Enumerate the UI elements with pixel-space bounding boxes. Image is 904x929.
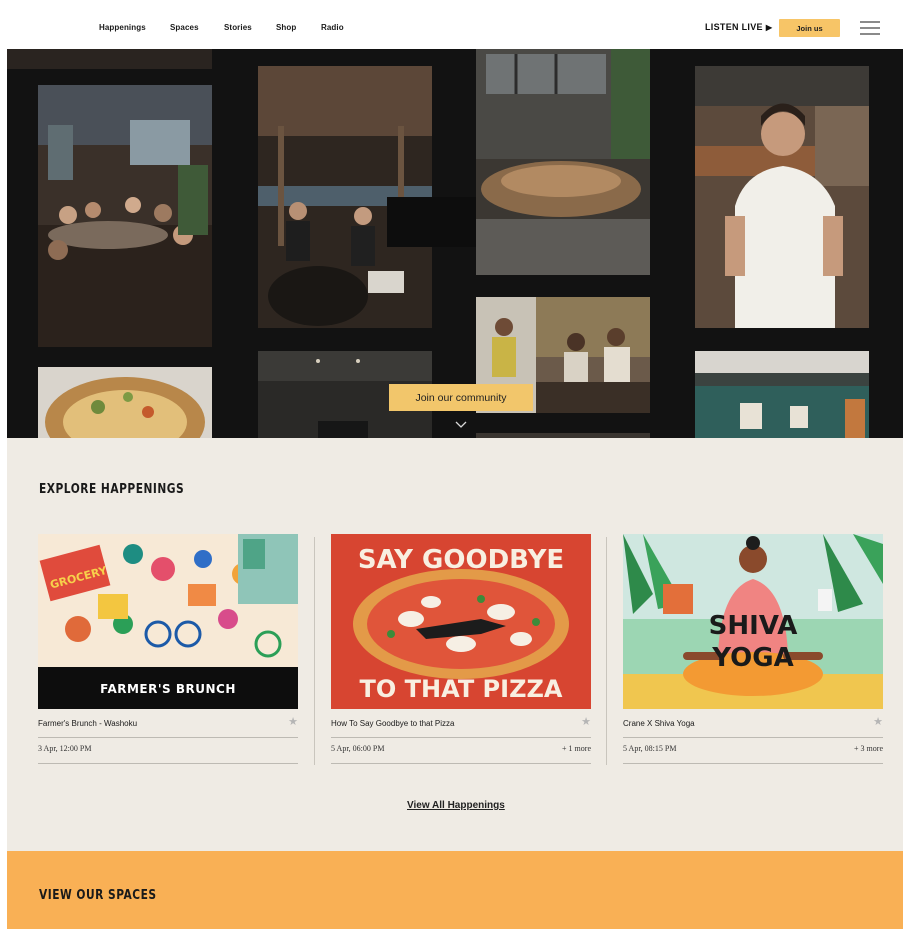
pizza-banner-top-text: SAY GOODBYE — [358, 545, 564, 575]
favorite-star-icon[interactable]: ★ — [288, 715, 298, 728]
card-divider — [623, 763, 883, 764]
nav-link-stories[interactable]: Stories — [224, 23, 252, 32]
shiva-yoga-illustration[interactable]: SHIVA YOGA — [623, 534, 883, 709]
nav-link-shop[interactable]: Shop — [276, 23, 296, 32]
hamburger-menu-icon[interactable] — [860, 21, 880, 35]
happening-card-pizza[interactable]: SAY GOODBYE TO THAT PIZZA How To Say Goo… — [331, 534, 591, 764]
happenings-heading: EXPLORE HAPPENINGS — [39, 482, 185, 497]
chef-portrait-photo — [695, 66, 869, 328]
nav-link-radio[interactable]: Radio — [321, 23, 344, 32]
card-title[interactable]: Farmer's Brunch - Washoku — [38, 719, 137, 728]
card-title[interactable]: How To Say Goodbye to that Pizza — [331, 719, 454, 728]
join-community-button[interactable]: Join our community — [389, 384, 533, 411]
card-divider — [623, 737, 883, 738]
card-date: 5 Apr, 06:00 PM — [331, 744, 385, 753]
more-dates-link[interactable]: + 3 more — [854, 744, 883, 753]
noodle-dish-photo — [38, 367, 212, 438]
nav-link-spaces[interactable]: Spaces — [170, 23, 199, 32]
hero-collage: Join our community — [7, 49, 903, 438]
farmers-brunch-banner-text: FARMER'S BRUNCH — [100, 682, 236, 696]
favorite-star-icon[interactable]: ★ — [873, 715, 883, 728]
card-date: 3 Apr, 12:00 PM — [38, 744, 92, 753]
card-date: 5 Apr, 08:15 PM — [623, 744, 677, 753]
card-title[interactable]: Crane X Shiva Yoga — [623, 719, 695, 728]
pizza-banner-bottom-text: TO THAT PIZZA — [360, 675, 563, 703]
listen-live-button[interactable]: LISTEN LIVE ▶ — [705, 22, 772, 32]
photo-tile — [476, 433, 650, 438]
card-divider — [331, 763, 591, 764]
play-icon: ▶ — [765, 23, 773, 32]
happening-card-farmers-brunch[interactable]: GROCERY FARMER'S BRUNCH Farmer's Brunch … — [38, 534, 298, 764]
chevron-down-icon[interactable] — [454, 420, 468, 430]
spaces-section: VIEW OUR SPACES — [7, 851, 903, 929]
page-frame: Happenings Spaces Stories Shop Radio LIS… — [7, 8, 903, 929]
view-all-happenings-link[interactable]: View All Happenings — [407, 800, 505, 811]
card-divider — [331, 737, 591, 738]
card-separator — [606, 537, 607, 765]
gallery-wall-photo — [695, 351, 869, 438]
spaces-heading: VIEW OUR SPACES — [39, 888, 157, 903]
photo-tile — [7, 49, 212, 69]
card-divider — [38, 763, 298, 764]
nav-link-happenings[interactable]: Happenings — [99, 23, 146, 32]
more-dates-link[interactable]: + 1 more — [562, 744, 591, 753]
farmers-brunch-illustration[interactable]: GROCERY FARMER'S BRUNCH — [38, 534, 298, 709]
favorite-star-icon[interactable]: ★ — [581, 715, 591, 728]
yoga-banner-bottom-text: YOGA — [711, 643, 793, 673]
card-divider — [38, 737, 298, 738]
dining-room-photo — [38, 85, 212, 347]
happening-card-shiva-yoga[interactable]: SHIVA YOGA Crane X Shiva Yoga ★ 5 Apr, 0… — [623, 534, 883, 764]
join-us-button[interactable]: Join us — [779, 19, 840, 37]
yoga-banner-top-text: SHIVA — [709, 611, 798, 641]
listen-live-label: LISTEN LIVE — [705, 22, 763, 32]
lounge-seating-photo — [476, 49, 650, 275]
top-navigation: Happenings Spaces Stories Shop Radio LIS… — [7, 8, 903, 50]
pizza-illustration[interactable]: SAY GOODBYE TO THAT PIZZA — [331, 534, 591, 709]
card-separator — [314, 537, 315, 765]
